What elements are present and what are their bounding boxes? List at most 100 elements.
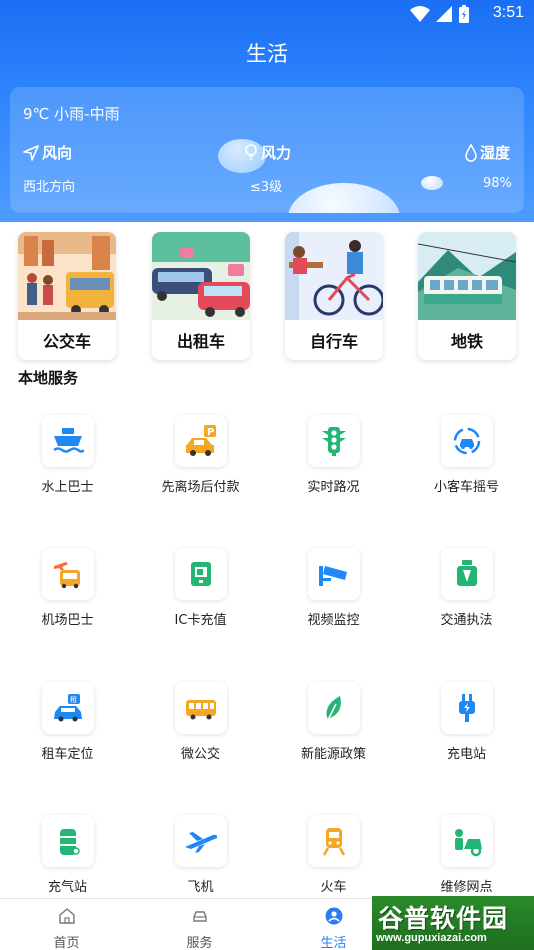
nav-label: 首页 — [53, 936, 80, 950]
service-label: 充气站 — [47, 880, 87, 895]
service-item-parking-pay[interactable]: P 先离场后付款 — [134, 415, 267, 495]
leaf-icon — [326, 696, 341, 721]
transport-card-metro[interactable]: 地铁 — [418, 232, 516, 360]
service-item-airport-bus[interactable]: 机场巴士 — [1, 548, 134, 628]
signal-icon — [436, 6, 452, 22]
service-item-enforcement[interactable]: 交通执法 — [400, 548, 533, 628]
wind-direction-value: 西北方向 — [23, 180, 76, 195]
status-icons — [410, 5, 470, 23]
battery-icon — [459, 5, 469, 23]
service-item-traffic[interactable]: 实时路况 — [267, 415, 400, 495]
service-icon-box — [440, 415, 493, 467]
service-label: 机场巴士 — [41, 613, 94, 628]
charging-plug-icon — [458, 694, 475, 722]
service-item-ferry[interactable]: 水上巴士 — [1, 415, 134, 495]
service-item-rental-car[interactable]: 租 租车定位 — [1, 682, 134, 762]
weather-decoration — [288, 183, 400, 213]
gas-tank-icon — [59, 829, 80, 855]
service-label: 微公交 — [180, 747, 220, 762]
svg-text:租: 租 — [70, 696, 77, 704]
service-item-mini-bus[interactable]: 微公交 — [134, 682, 267, 762]
service-label: 维修网点 — [440, 880, 493, 895]
camera-icon — [318, 566, 347, 586]
humidity-label: 湿度 — [465, 142, 510, 163]
service-label: 水上巴士 — [41, 480, 94, 495]
rental-car-icon: 租 — [53, 694, 82, 722]
train-icon — [322, 828, 345, 856]
service-icon-box — [41, 815, 94, 867]
service-item-train[interactable]: 火车 — [267, 815, 400, 895]
transport-label: 出租车 — [176, 332, 225, 351]
car-lottery-icon — [453, 427, 480, 455]
service-icon-box — [440, 682, 493, 734]
ic-card-icon — [190, 562, 211, 586]
traffic-light-icon — [321, 427, 346, 456]
weather-card: 9℃ 小雨-中雨 风向 风力 湿度 西北方向 ≤3级 98% — [10, 87, 524, 213]
service-label: 火车 — [320, 880, 347, 895]
service-item-gas-station[interactable]: 充气站 — [1, 815, 134, 895]
service-icon-box — [307, 682, 360, 734]
mini-bus-icon — [185, 700, 216, 720]
taxi-illustration — [152, 232, 250, 320]
traffic-police-icon — [456, 560, 477, 586]
transport-label: 公交车 — [42, 332, 91, 351]
service-item-video[interactable]: 视频监控 — [267, 548, 400, 628]
service-label: 飞机 — [187, 880, 214, 895]
service-icon-box — [307, 815, 360, 867]
service-label: 交通执法 — [440, 613, 493, 628]
wind-bulb-icon — [245, 143, 257, 160]
service-icon-box — [174, 682, 227, 734]
bus-illustration — [18, 232, 116, 320]
service-icon-box — [41, 415, 94, 467]
nav-label: 服务 — [186, 936, 213, 950]
navigation-arrow-icon — [23, 144, 39, 161]
service-icon-box — [307, 415, 360, 467]
metro-illustration — [418, 232, 516, 320]
ferry-icon — [52, 428, 84, 453]
service-item-charging[interactable]: 充电站 — [400, 682, 533, 762]
repair-icon — [454, 829, 482, 857]
service-label: 先离场后付款 — [161, 480, 240, 495]
service-label: 充电站 — [446, 747, 486, 762]
service-icon-box — [174, 548, 227, 600]
watermark-logo: 谷普软件园 www.gupuxiazai.com — [372, 896, 534, 950]
service-label: 视频监控 — [307, 613, 360, 628]
water-drop-icon — [465, 143, 477, 162]
watermark-url: www.gupuxiazai.com — [376, 932, 487, 944]
header-area: 3:51 生活 9℃ 小雨-中雨 风向 风力 湿度 西北方向 ≤3级 98% — [0, 0, 534, 222]
transport-card-bike[interactable]: 自行车 — [285, 232, 383, 360]
watermark-title: 谷普软件园 — [378, 904, 509, 933]
service-label: 租车定位 — [41, 747, 94, 762]
service-item-new-energy[interactable]: 新能源政策 — [267, 682, 400, 762]
user-life-icon — [325, 907, 342, 925]
svg-text:P: P — [207, 427, 214, 438]
nav-item-home[interactable]: 首页 — [0, 899, 133, 950]
service-label: 小客车摇号 — [433, 480, 499, 495]
service-item-ic-card[interactable]: IC卡充值 — [134, 548, 267, 628]
wind-force-label: 风力 — [244, 142, 291, 163]
section-title: 本地服务 — [18, 369, 79, 387]
wind-force-value: ≤3级 — [250, 180, 283, 195]
car-service-icon — [192, 911, 207, 922]
transport-label: 地铁 — [450, 332, 483, 351]
service-label: 实时路况 — [307, 480, 360, 495]
service-icon-box: P — [174, 415, 227, 467]
parking-car-icon: P — [185, 425, 216, 456]
weather-condition: 9℃ 小雨-中雨 — [23, 105, 120, 123]
wifi-icon — [410, 6, 430, 22]
airplane-icon — [184, 832, 217, 853]
transport-card-bus[interactable]: 公交车 — [18, 232, 116, 360]
service-icon-box — [41, 548, 94, 600]
service-item-airplane[interactable]: 飞机 — [134, 815, 267, 895]
service-icon-box: 租 — [41, 682, 94, 734]
service-icon-box — [440, 548, 493, 600]
transport-card-taxi[interactable]: 出租车 — [152, 232, 250, 360]
bicycle-illustration — [285, 232, 383, 320]
weather-decoration — [421, 176, 443, 190]
status-time: 3:51 — [492, 4, 524, 21]
nav-item-service[interactable]: 服务 — [133, 899, 266, 950]
airport-bus-icon — [53, 562, 80, 589]
service-item-repair[interactable]: 维修网点 — [400, 815, 533, 895]
service-icon-box — [440, 815, 493, 867]
service-item-car-lottery[interactable]: 小客车摇号 — [400, 415, 533, 495]
